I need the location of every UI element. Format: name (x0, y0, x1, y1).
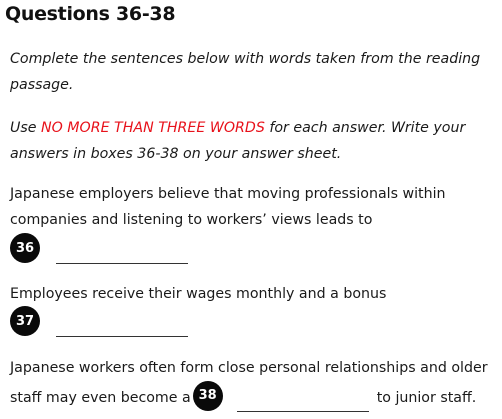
question-36-text: Japanese employers believe that moving p… (10, 186, 446, 228)
word-limit-highlight: NO MORE THAN THREE WORDS (41, 120, 265, 136)
question-37-text: Employees receive their wages monthly an… (10, 286, 387, 302)
word-limit-instructions: Use NO MORE THAN THREE WORDS for each an… (10, 115, 498, 167)
question-38-text-after: to junior staff. (376, 390, 477, 406)
question-37-row: 37 (10, 306, 188, 337)
limit-prefix: Use (10, 120, 42, 136)
page-title: Questions 36-38 (5, 3, 176, 25)
question-38-text: Japanese workers often form close person… (10, 353, 498, 413)
answer-38-input[interactable] (236, 388, 369, 412)
question-36-badge: 36 (10, 233, 40, 263)
question-36-row: 36 (10, 233, 188, 264)
answer-36-input[interactable] (56, 240, 188, 264)
question-37-badge: 37 (10, 306, 40, 336)
answer-37-input[interactable] (56, 313, 188, 337)
question-38-badge: 38 (192, 381, 223, 411)
instructions-text: Complete the sentences below with words … (10, 51, 481, 93)
